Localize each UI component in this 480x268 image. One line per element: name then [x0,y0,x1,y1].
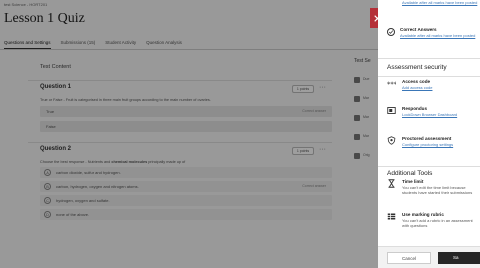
correct-answers-link[interactable]: Available after all marks have been post… [400,33,476,38]
settings-panel: Available after all marks have been post… [378,0,480,268]
assessment-security-heading: Assessment security [378,58,480,77]
proctor-shield-icon [387,136,396,145]
correct-answers-option[interactable]: Correct Answers Available after all mark… [387,27,476,38]
time-limit-description: You can't edit the time limit because st… [402,185,473,195]
modal-backdrop[interactable] [0,0,378,268]
add-access-code-link[interactable]: Add access code [402,85,432,90]
save-button[interactable]: Sa [438,252,480,264]
time-limit-setting: Time limit You can't edit the time limit… [387,179,480,195]
additional-tools-heading: Additional Tools [378,166,480,177]
checkmark-circle-icon [387,28,395,36]
marking-rubric-setting: Use marking rubric You can't add a rubri… [387,212,480,228]
top-visibility-link[interactable]: Available after all marks have been post… [402,0,478,5]
panel-top-section: Available after all marks have been post… [378,0,480,58]
respondus-setting: Respondus LockDown Browser Dashboard [387,106,480,117]
proctored-setting: Proctored assessment Configure proctorin… [387,136,480,147]
hourglass-icon [387,179,396,188]
svg-text:***: *** [387,81,396,89]
marking-rubric-description: You can't add a rubric in an assessment … [402,218,473,228]
cancel-button[interactable]: Cancel [387,252,431,264]
respondus-icon [387,106,396,115]
asterisk-icon: *** [387,79,396,89]
access-code-setting: *** Access code Add access code [387,79,480,90]
panel-footer: Cancel Sa [378,246,480,268]
lockdown-browser-link[interactable]: LockDown Browser Dashboard [402,112,457,117]
configure-proctoring-link[interactable]: Configure proctoring settings [402,142,453,147]
rubric-grid-icon [387,212,396,221]
